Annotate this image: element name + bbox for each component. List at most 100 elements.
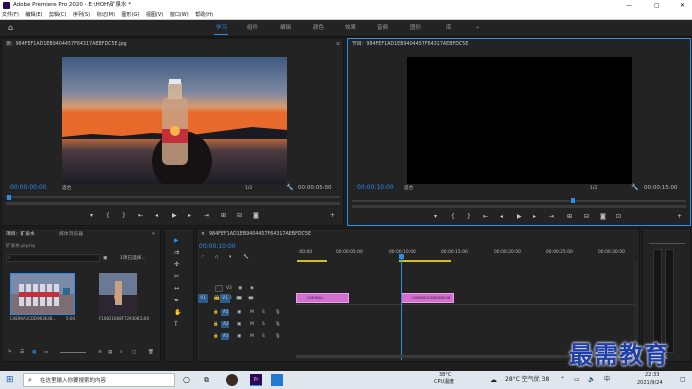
clock-time[interactable]: 22:33 bbox=[645, 372, 659, 379]
workspace-tab-effects[interactable]: 效果 bbox=[345, 23, 356, 33]
pencil-icon[interactable]: ✎ bbox=[8, 349, 12, 356]
program-fit-dropdown[interactable]: 适合 bbox=[404, 185, 413, 192]
program-step-back-icon[interactable]: ◂ bbox=[500, 213, 503, 221]
v1-lock-icon[interactable]: 🔒 bbox=[213, 294, 218, 303]
source-zoom-scrollbar[interactable] bbox=[6, 202, 340, 205]
weather-text[interactable]: 28°C 空气优 38 bbox=[505, 375, 549, 385]
extract-icon[interactable]: ⊟ bbox=[584, 213, 589, 221]
sequence-tab-title[interactable]: 984FEF1AD1EB9404457F64317AEBFDC5E bbox=[209, 231, 311, 239]
timeline-playhead-handle[interactable] bbox=[399, 254, 404, 259]
v1-eye-icon[interactable]: ◉ bbox=[248, 294, 252, 303]
mark-out-icon[interactable]: } bbox=[122, 212, 126, 220]
v3-eye-icon[interactable]: ◉ bbox=[250, 284, 254, 293]
add-marker-icon[interactable]: ▾ bbox=[90, 212, 93, 220]
wrench-icon[interactable]: 🔧 bbox=[286, 184, 293, 192]
a1-solo-button[interactable]: S bbox=[262, 308, 265, 317]
menu-file[interactable]: 文件(F) bbox=[2, 12, 19, 18]
track-label-a1[interactable]: A1 bbox=[223, 308, 229, 317]
list-view-icon[interactable]: ☰ bbox=[20, 349, 24, 356]
notification-icon[interactable]: ▢ bbox=[680, 375, 686, 385]
program-resolution-dropdown[interactable]: 1/2 bbox=[590, 185, 597, 192]
timeline-timecode[interactable]: 00:00:10:00 bbox=[199, 243, 236, 251]
a3-sync-icon[interactable]: ▣ bbox=[237, 332, 241, 341]
go-to-in-icon[interactable]: ⇤ bbox=[138, 212, 143, 220]
timeline-settings-icon[interactable]: 🔧 bbox=[243, 254, 249, 261]
workspace-tab-audio[interactable]: 音频 bbox=[377, 23, 388, 33]
a1-lock-icon[interactable]: 🔒 bbox=[213, 308, 218, 317]
program-mark-in-icon[interactable]: { bbox=[451, 213, 455, 221]
workspace-tab-assembly[interactable]: 组件 bbox=[247, 23, 258, 33]
comparison-view-icon[interactable]: ⊡ bbox=[616, 213, 621, 221]
project-search-input[interactable] bbox=[6, 254, 100, 262]
project-item-name-2[interactable]: F10821668F729308... bbox=[99, 315, 143, 322]
new-item-icon[interactable]: ▢ bbox=[132, 349, 136, 356]
pen-tool-icon[interactable]: ✒ bbox=[174, 297, 179, 305]
cortana-icon[interactable]: ○ bbox=[183, 374, 190, 386]
a2-lock-icon[interactable]: 🔒 bbox=[213, 320, 218, 329]
source-resolution-dropdown[interactable]: 1/2 bbox=[245, 185, 252, 192]
go-to-out-icon[interactable]: ⇥ bbox=[204, 212, 209, 220]
timeline-clip-1[interactable]: C4E96A1 bbox=[296, 293, 349, 303]
automate-icon[interactable]: ▤ bbox=[108, 349, 112, 356]
program-playhead[interactable] bbox=[571, 198, 575, 203]
workspace-tab-libraries[interactable]: 库 bbox=[446, 23, 452, 33]
project-more-button[interactable]: » bbox=[152, 231, 155, 239]
program-add-marker-icon[interactable]: ▾ bbox=[434, 213, 437, 221]
lift-icon[interactable]: ⊞ bbox=[567, 213, 572, 221]
network-icon[interactable]: ▭ bbox=[574, 375, 580, 385]
workspace-more-button[interactable]: » bbox=[476, 23, 479, 33]
premiere-taskbar-icon[interactable]: Pr bbox=[250, 374, 262, 386]
hand-tool-icon[interactable]: ✋ bbox=[174, 309, 181, 317]
program-go-to-out-icon[interactable]: ⇥ bbox=[549, 213, 554, 221]
menu-clip[interactable]: 剪辑(C) bbox=[49, 12, 66, 18]
menu-marker[interactable]: 标记(M) bbox=[97, 12, 115, 18]
overwrite-icon[interactable]: ⊟ bbox=[237, 212, 242, 220]
tab-media-browser[interactable]: 媒体浏览器 bbox=[59, 231, 83, 239]
a3-mute-button[interactable]: M bbox=[250, 332, 254, 341]
task-view-icon[interactable]: ⧉ bbox=[204, 374, 209, 386]
program-zoom-scrollbar[interactable] bbox=[352, 205, 686, 208]
close-sequence-icon[interactable]: × bbox=[201, 231, 205, 239]
a3-lock-icon[interactable]: 🔒 bbox=[213, 332, 218, 341]
snap-icon[interactable]: ⊂ bbox=[201, 254, 205, 261]
play-icon[interactable]: ▶ bbox=[172, 212, 177, 220]
work-area-bar-2[interactable] bbox=[399, 260, 451, 262]
mark-in-icon[interactable]: { bbox=[106, 212, 110, 220]
project-item-thumb-1[interactable] bbox=[10, 273, 75, 315]
track-label-a2[interactable]: A2 bbox=[223, 320, 229, 329]
maximize-button[interactable]: ▢ bbox=[654, 0, 660, 11]
ripple-edit-tool-icon[interactable]: ✣ bbox=[174, 261, 179, 269]
program-timeline-bar[interactable] bbox=[352, 200, 686, 202]
zoom-slider[interactable] bbox=[60, 352, 86, 353]
minimize-button[interactable]: — bbox=[626, 0, 632, 11]
menu-sequence[interactable]: 序列(S) bbox=[73, 12, 90, 18]
tab-project[interactable]: 项目：矿泉水 bbox=[6, 231, 35, 239]
avatar-app-icon[interactable] bbox=[226, 374, 238, 386]
work-area-bar-1[interactable] bbox=[297, 260, 327, 262]
project-item-thumb-2[interactable] bbox=[99, 273, 137, 315]
v1-source-patch[interactable]: V1 bbox=[198, 294, 208, 303]
a2-solo-button[interactable]: S bbox=[262, 320, 265, 329]
program-timecode-current[interactable]: 00:00:10:00 bbox=[357, 184, 394, 192]
program-wrench-icon[interactable]: 🔧 bbox=[631, 184, 638, 192]
v3-sync-icon[interactable]: ▣ bbox=[238, 284, 242, 293]
timeline-playhead-line[interactable] bbox=[401, 256, 402, 360]
timeline-clip-2[interactable]: C4E96A1CDD963E48 bbox=[401, 293, 454, 303]
slip-tool-icon[interactable]: ↔ bbox=[174, 285, 179, 293]
a2-mic-icon[interactable]: 🎙 bbox=[275, 320, 281, 329]
home-icon[interactable]: ⌂ bbox=[8, 23, 13, 33]
menu-help[interactable]: 帮助(H) bbox=[195, 12, 213, 18]
add-marker-timeline-icon[interactable]: ▾ bbox=[229, 254, 231, 261]
new-bin-icon[interactable]: ▣ bbox=[103, 255, 107, 262]
program-add-button[interactable]: + bbox=[677, 213, 682, 221]
workspace-tab-graphics[interactable]: 图形 bbox=[410, 23, 421, 33]
track-label-a3[interactable]: A3 bbox=[223, 332, 229, 341]
a2-mute-button[interactable]: M bbox=[250, 320, 254, 329]
ime-indicator[interactable]: 中 bbox=[604, 375, 610, 385]
weather-icon[interactable]: ☁ bbox=[490, 375, 497, 385]
a1-mic-icon[interactable]: 🎙 bbox=[275, 308, 281, 317]
sort-icon[interactable]: ≡ bbox=[98, 349, 102, 356]
razor-tool-icon[interactable]: ✂ bbox=[174, 273, 179, 281]
windows-start-icon[interactable]: ⊞ bbox=[6, 374, 14, 386]
menu-view[interactable]: 视图(V) bbox=[146, 12, 163, 18]
